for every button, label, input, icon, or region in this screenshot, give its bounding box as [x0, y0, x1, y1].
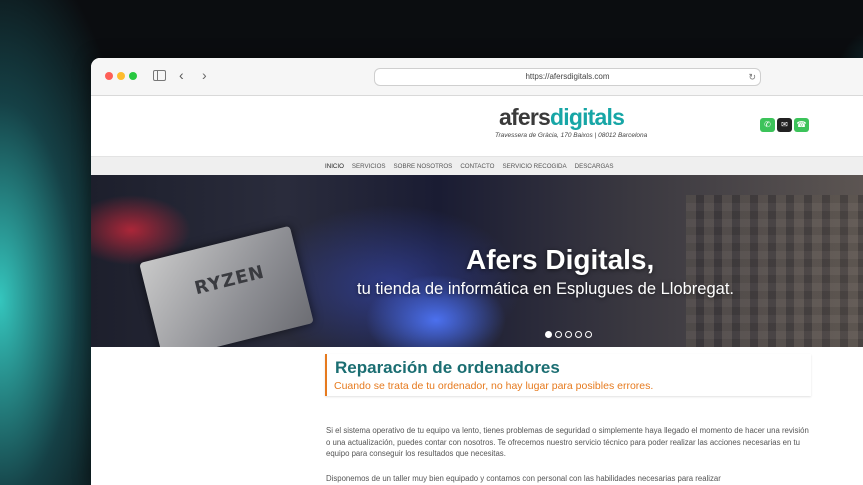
cpu-label: RYZEN [192, 261, 267, 300]
sidebar-toggle-icon[interactable] [153, 70, 166, 81]
hero-subtitle: tu tienda de informática en Esplugues de… [357, 280, 735, 298]
cpu-image: RYZEN [139, 225, 314, 347]
contact-icons: ✆ ✉ ☎ [760, 118, 809, 132]
hero-slider: RYZEN Afers Digitals, tu tienda de infor… [91, 175, 863, 347]
slider-dot[interactable] [545, 331, 552, 338]
slider-dots [545, 331, 592, 338]
phone-icon[interactable]: ☎ [794, 118, 809, 132]
motherboard-image [686, 195, 863, 347]
url-text: https://afersdigitals.com [525, 72, 610, 81]
minimize-window-button[interactable] [117, 72, 125, 80]
menu-item-servicios[interactable]: SERVICIOS [352, 163, 386, 170]
menu-item-sobre-nosotros[interactable]: SOBRE NOSOTROS [394, 163, 453, 170]
slider-dot[interactable] [555, 331, 562, 338]
address-bar[interactable]: https://afersdigitals.com ↻ [374, 68, 761, 86]
main-menu: INICIO SERVICIOS SOBRE NOSOTROS CONTACTO… [91, 156, 863, 175]
whatsapp-icon[interactable]: ✆ [760, 118, 775, 132]
main-content: Reparación de ordenadores Cuando se trat… [91, 347, 863, 485]
slider-dot[interactable] [565, 331, 572, 338]
menu-item-descargas[interactable]: DESCARGAS [575, 163, 614, 170]
section-heading-box: Reparación de ordenadores Cuando se trat… [325, 354, 811, 396]
browser-toolbar: ‹ › https://afersdigitals.com ↻ [91, 58, 863, 96]
site-logo[interactable]: afersdigitals [499, 104, 625, 131]
close-window-button[interactable] [105, 72, 113, 80]
back-arrow-icon[interactable]: ‹ [179, 68, 184, 82]
slider-dot[interactable] [575, 331, 582, 338]
section-subtitle: Cuando se trata de tu ordenador, no hay … [334, 380, 654, 392]
reload-icon[interactable]: ↻ [748, 69, 756, 85]
site-header: afersdigitals Travessera de Gràcia, 170 … [91, 96, 863, 156]
store-address: Travessera de Gràcia, 170 Baixos | 08012… [495, 132, 648, 139]
menu-item-servicio-recogida[interactable]: SERVICIO RECOGIDA [502, 163, 566, 170]
hero-title: Afers Digitals, [466, 244, 655, 275]
maximize-window-button[interactable] [129, 72, 137, 80]
body-paragraph: Si el sistema operativo de tu equipo va … [326, 426, 809, 458]
forward-arrow-icon[interactable]: › [202, 68, 207, 82]
menu-item-contacto[interactable]: CONTACTO [460, 163, 494, 170]
logo-text-digitals: digitals [550, 104, 625, 130]
slider-dot[interactable] [585, 331, 592, 338]
section-title: Reparación de ordenadores [335, 358, 560, 377]
menu-item-inicio[interactable]: INICIO [325, 163, 344, 170]
body-paragraph: Disponemos de un taller muy bien equipad… [326, 474, 721, 483]
browser-window: ‹ › https://afersdigitals.com ↻ afersdig… [91, 58, 863, 485]
logo-text-afers: afers [499, 104, 551, 130]
email-icon[interactable]: ✉ [777, 118, 792, 132]
